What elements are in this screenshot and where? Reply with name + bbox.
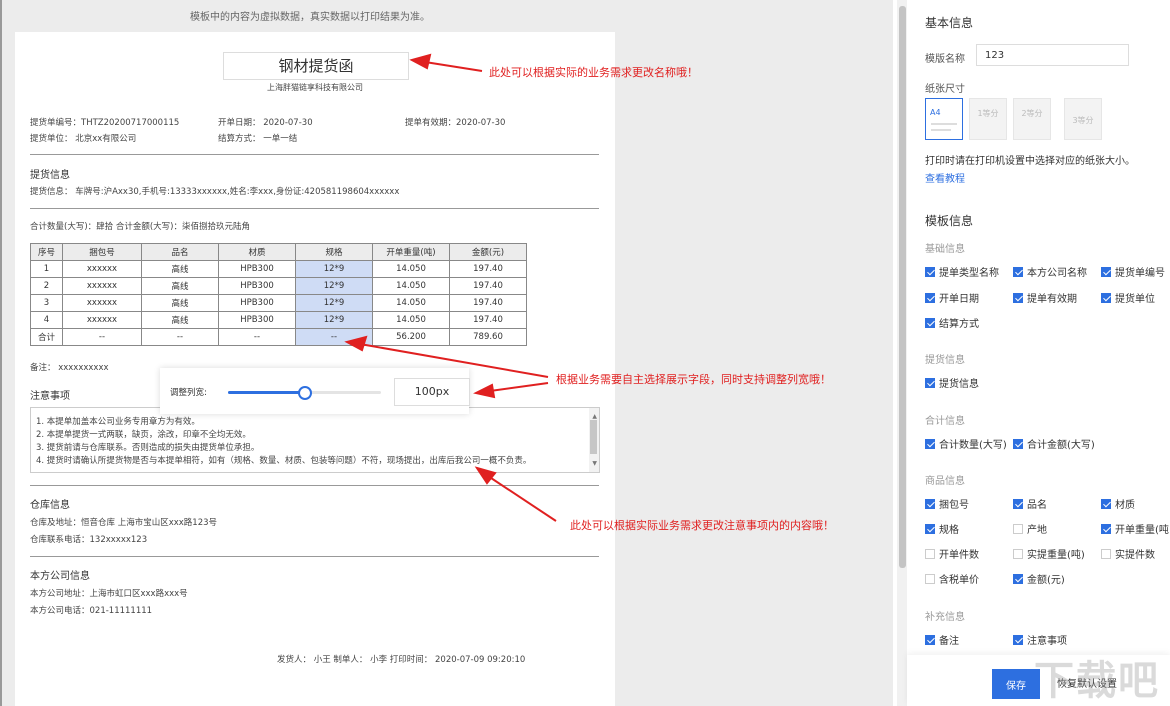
template-info-title: 模板信息 (925, 214, 974, 228)
checkbox-product-name[interactable]: 品名 (1013, 496, 1047, 511)
checkbox-origin[interactable]: 产地 (1013, 521, 1047, 536)
tutorial-link[interactable]: 查看教程 (925, 170, 965, 185)
settings-panel: 基本信息 模版名称 123 纸张尺寸 A4 1等分 2等分 3等分 打印时请在打… (907, 0, 1170, 706)
paper-option-label: A4 (930, 108, 941, 117)
page-scroll-thumb[interactable] (899, 6, 906, 568)
checkbox-open-date[interactable]: 开单日期 (925, 290, 979, 305)
paper-option-a4[interactable]: A4 (925, 98, 963, 140)
preview-area: 模板中的内容为虚拟数据，真实数据以打印结果为准。 钢材提货函 上海胖猫链享科技有… (0, 0, 893, 706)
paper-option-3[interactable]: 3等分 (1064, 98, 1102, 140)
annotation-arrows (344, 53, 557, 522)
group-extra-title: 补充信息 (925, 612, 965, 623)
checkbox-pickup-info[interactable]: 提货信息 (925, 375, 979, 390)
watermark-logo: 下载吧 (1034, 658, 1160, 704)
save-button[interactable]: 保存 (992, 669, 1040, 699)
paper-option-label: 3等分 (1072, 116, 1094, 125)
basic-info-title: 基本信息 (925, 16, 974, 30)
checkbox-bill-type[interactable]: 提单类型名称 (925, 264, 999, 279)
paper-line (931, 123, 957, 125)
group-total-title: 合计信息 (925, 416, 965, 427)
paper-tip: 打印时请在打印机设置中选择对应的纸张大小。 (925, 156, 1135, 167)
paper-size-label: 纸张尺寸 (925, 84, 965, 95)
paper-option-1[interactable]: 1等分 (969, 98, 1007, 140)
paper-line (931, 129, 951, 131)
checkbox-company-name[interactable]: 本方公司名称 (1013, 264, 1087, 279)
checkbox-total-amount[interactable]: 合计金额(大写) (1013, 436, 1095, 451)
checkbox-valid-date[interactable]: 提单有效期 (1013, 290, 1077, 305)
checkbox-settle[interactable]: 结算方式 (925, 315, 979, 330)
paper-option-label: 1等分 (977, 109, 999, 118)
checkbox-total-qty[interactable]: 合计数量(大写) (925, 436, 1007, 451)
checkbox-pickup-unit[interactable]: 提货单位 (1101, 290, 1155, 305)
template-name-label: 模版名称 (925, 54, 965, 65)
checkbox-amount[interactable]: 金额(元) (1013, 571, 1065, 586)
template-name-input[interactable]: 123 (976, 44, 1129, 66)
group-basic-title: 基础信息 (925, 244, 965, 255)
checkbox-notes[interactable]: 注意事项 (1013, 632, 1067, 647)
checkbox-material[interactable]: 材质 (1101, 496, 1135, 511)
checkbox-actual-count[interactable]: 实提件数 (1101, 546, 1155, 561)
checkbox-tax-price[interactable]: 含税单价 (925, 571, 979, 586)
group-pickup-title: 提货信息 (925, 355, 965, 366)
checkbox-bundle-no[interactable]: 捆包号 (925, 496, 969, 511)
paper-option-2[interactable]: 2等分 (1013, 98, 1051, 140)
group-goods-title: 商品信息 (925, 476, 965, 487)
checkbox-actual-weight[interactable]: 实提重量(吨) (1013, 546, 1085, 561)
checkbox-spec[interactable]: 规格 (925, 521, 959, 536)
checkbox-bill-no[interactable]: 提货单编号 (1101, 264, 1165, 279)
checkbox-open-weight[interactable]: 开单重量(吨 (1101, 521, 1169, 536)
paper-option-label: 2等分 (1021, 109, 1043, 118)
checkbox-open-count[interactable]: 开单件数 (925, 546, 979, 561)
checkbox-remark[interactable]: 备注 (925, 632, 959, 647)
